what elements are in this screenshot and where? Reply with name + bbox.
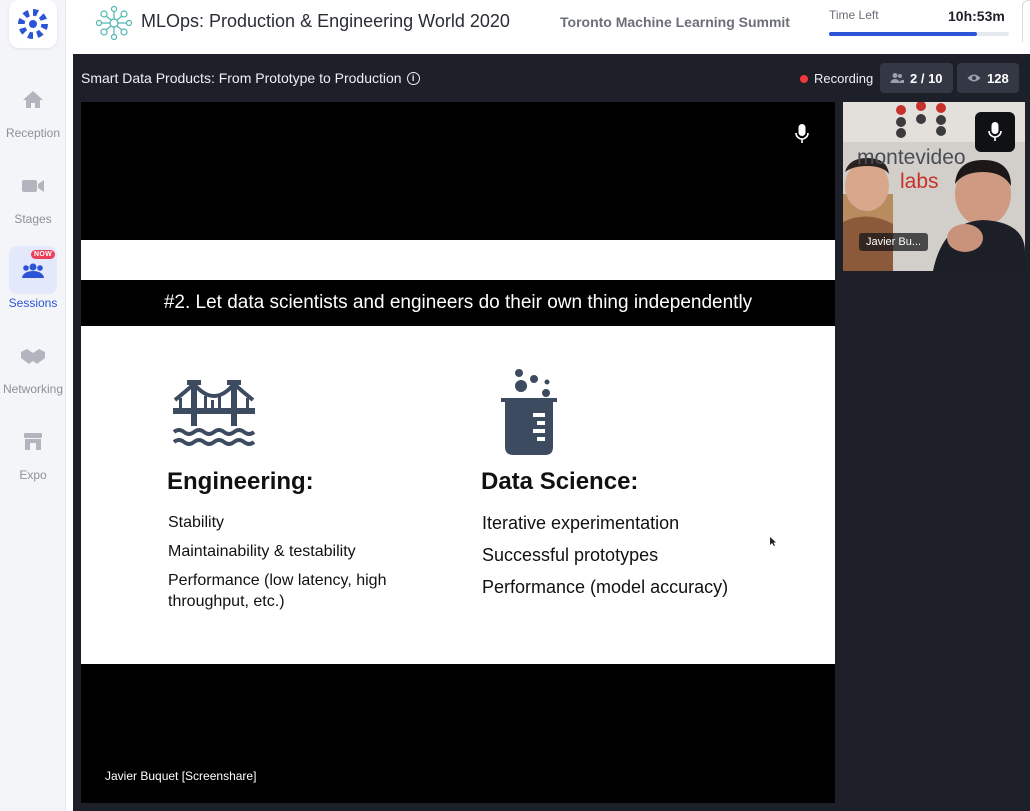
left-sidebar: Reception Stages NOW Sessions Networking: [0, 0, 66, 811]
nav-sessions-label: Sessions: [8, 296, 58, 310]
data-science-item: Successful prototypes: [482, 545, 659, 565]
event-subtitle: Toronto Machine Learning Summit: [560, 14, 790, 30]
data-science-title: Data Science:: [481, 468, 639, 495]
bridge-icon: [172, 378, 256, 457]
home-icon: [9, 76, 57, 124]
header-edge-panel[interactable]: [1022, 0, 1030, 42]
nav-sessions[interactable]: NOW Sessions: [0, 246, 66, 310]
eye-icon: [967, 74, 981, 82]
handshake-icon: [9, 332, 57, 380]
session-title-text: Smart Data Products: From Prototype to P…: [81, 70, 402, 86]
data-science-item: Iterative experimentation: [482, 513, 680, 533]
people-group-icon: NOW: [9, 246, 57, 294]
nav-stages-label: Stages: [14, 212, 52, 226]
engineering-title: Engineering:: [167, 468, 314, 495]
viewers-button[interactable]: 128: [957, 63, 1019, 93]
participants-count: 2 / 10: [910, 70, 943, 86]
slide-heading: #2. Let data scientists and engineers do…: [81, 280, 835, 326]
viewers-count: 128: [987, 70, 1009, 86]
people-icon: [890, 73, 904, 83]
participant-mic-icon[interactable]: [975, 112, 1015, 152]
now-badge: NOW: [30, 250, 55, 259]
event-header: MLOps: Production & Engineering World 20…: [73, 0, 1030, 54]
info-icon[interactable]: i: [406, 71, 420, 85]
banner-text-line1: montevideo: [857, 146, 966, 169]
engineering-item: Performance (low latency, high throughpu…: [168, 572, 387, 610]
session-main: Smart Data Products: From Prototype to P…: [73, 54, 1030, 811]
participant-video-tile[interactable]: montevideo labs Javier Bu...: [843, 102, 1025, 271]
banner-text-line2: labs: [900, 170, 939, 193]
screenshare-mic-icon[interactable]: [789, 121, 815, 147]
mouse-cursor-icon: [770, 533, 777, 551]
beaker-icon: [499, 365, 559, 462]
nav-reception[interactable]: Reception: [0, 76, 66, 140]
booth-icon: [9, 418, 57, 466]
nav-reception-label: Reception: [5, 126, 61, 140]
participant-name: Javier Bu...: [859, 233, 929, 251]
engineering-item: Maintainability & testability: [168, 543, 356, 560]
session-title: Smart Data Products: From Prototype to P…: [81, 70, 420, 86]
hopin-logo-icon: [18, 9, 48, 39]
nav-expo-label: Expo: [19, 468, 47, 482]
screenshare-video[interactable]: #2. Let data scientists and engineers do…: [81, 102, 835, 803]
time-left-value: 10h:53m: [948, 8, 1005, 24]
nav-stages[interactable]: Stages: [0, 162, 66, 226]
time-left-progress-fill: [829, 32, 977, 36]
participants-button[interactable]: 2 / 10: [880, 63, 953, 93]
app-logo[interactable]: [9, 0, 57, 48]
nav-expo[interactable]: Expo: [0, 418, 66, 482]
screenshare-label: Javier Buquet [Screenshare]: [105, 769, 257, 783]
time-left-progress: [829, 32, 1009, 36]
data-science-item: Performance (model accuracy): [482, 577, 729, 597]
nav-networking[interactable]: Networking: [0, 332, 66, 396]
recording-indicator: Recording: [800, 71, 873, 86]
nav-networking-label: Networking: [2, 382, 64, 396]
engineering-item: Stability: [168, 514, 225, 531]
time-left-label: Time Left: [829, 8, 879, 22]
recording-label: Recording: [814, 71, 874, 86]
presentation-slide: #2. Let data scientists and engineers do…: [81, 240, 835, 664]
video-camera-icon: [9, 162, 57, 210]
event-logo-icon: [95, 4, 133, 42]
recording-dot-icon: [800, 74, 808, 83]
event-title: MLOps: Production & Engineering World 20…: [141, 11, 510, 31]
